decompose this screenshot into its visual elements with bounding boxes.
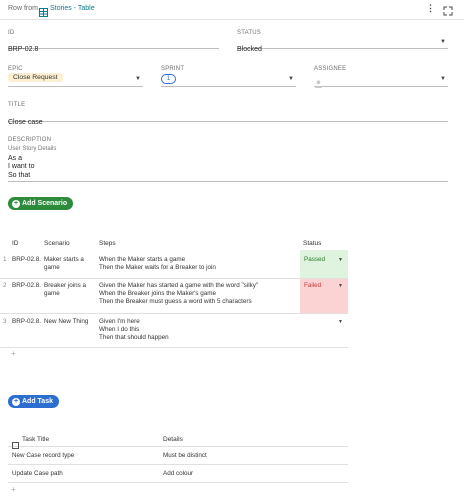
chevron-down-icon: ▼ — [338, 257, 343, 263]
task-table-header: Task Title Details — [8, 434, 348, 449]
chevron-down-icon: ▼ — [135, 76, 141, 82]
stories-table-link[interactable]: Stories - Table — [50, 5, 95, 12]
step-line: Then that should happen — [99, 334, 169, 341]
task-title: Update Case path — [12, 470, 63, 477]
id-value: BRP-02.8 — [8, 46, 39, 53]
add-task-label: Add Task — [22, 398, 53, 405]
column-header-id: ID — [12, 240, 19, 247]
step-line: Given I'm here — [99, 318, 140, 325]
add-scenario-label: Add Scenario — [22, 200, 68, 207]
plus-circle-icon: + — [12, 199, 20, 208]
column-header-task-title: Task Title — [22, 436, 50, 443]
sprint-chip: 1 — [161, 74, 176, 84]
scenario-steps: Given the Maker has started a game with … — [99, 282, 299, 306]
status-value: Blocked — [237, 46, 262, 53]
status-cell-empty[interactable]: ▼ — [300, 314, 348, 347]
id-field[interactable]: BRP-02.8 — [8, 38, 219, 53]
scenario-row[interactable]: 1 BRP-02.8. Maker starts a game When the… — [0, 250, 348, 279]
chevron-down-icon: ▼ — [440, 39, 446, 45]
scenario-name: Maker starts a game — [44, 256, 96, 272]
status-value: Failed — [304, 282, 322, 289]
id-label: ID — [8, 30, 15, 36]
scenario-name-line: Breaker joins a — [44, 282, 86, 289]
step-line: Given the Maker has started a game with … — [99, 282, 259, 289]
description-line: As a — [8, 155, 23, 162]
row-number: 2 — [3, 282, 7, 289]
description-line: I want to — [8, 163, 35, 171]
table-icon — [39, 4, 48, 22]
scenario-id: BRP-02.8. — [12, 282, 42, 289]
scenario-steps: When the Maker starts a game Then the Ma… — [99, 256, 295, 272]
sprint-label: SPRINT — [161, 66, 185, 72]
scenario-table-header: ID Scenario Steps Status — [8, 236, 348, 248]
scenario-row[interactable]: 2 BRP-02.8. Breaker joins a game Given t… — [0, 279, 348, 314]
step-line: Then the Maker waits for a Breaker to jo… — [99, 264, 216, 271]
column-header-scenario: Scenario — [44, 240, 70, 247]
description-subtitle: User Story Details — [8, 146, 57, 152]
column-header-status: Status — [303, 240, 322, 247]
scenario-steps: Given I'm here When I do this Then that … — [99, 318, 295, 342]
scenario-id: BRP-02.8. — [12, 318, 42, 325]
assignee-select[interactable]: ▼ — [314, 73, 448, 88]
task-row[interactable]: New Case record type Must be distinct — [8, 447, 348, 465]
scenario-name-line: game — [44, 290, 60, 297]
chevron-down-icon: ▼ — [440, 76, 446, 82]
task-row[interactable]: Update Case path Add colour — [8, 465, 348, 483]
chevron-down-icon: ▼ — [338, 319, 343, 325]
task-details: Add colour — [163, 470, 194, 477]
description-line: So that — [8, 171, 31, 179]
status-cell-passed[interactable]: Passed ▼ — [300, 250, 348, 278]
step-line: When the Breaker joins the Maker's game — [99, 290, 217, 297]
scenario-name-line: game — [44, 264, 60, 271]
title-field[interactable]: Close case — [8, 111, 448, 126]
assignee-label: ASSIGNEE — [314, 66, 347, 72]
status-value: Passed — [304, 256, 326, 263]
column-header-details: Details — [163, 436, 183, 443]
row-number: 1 — [3, 256, 7, 263]
sprint-select[interactable]: 1 ▼ — [161, 73, 296, 87]
add-task-button[interactable]: + Add Task — [8, 395, 59, 408]
scenario-name-line: New New Thing — [44, 318, 89, 325]
scenario-id: BRP-02.8. — [12, 256, 42, 263]
description-label: DESCRIPTION — [8, 137, 52, 143]
chevron-down-icon: ▼ — [288, 76, 294, 82]
title-label: TITLE — [8, 102, 26, 108]
more-vertical-icon[interactable]: ⋮ — [426, 3, 435, 14]
status-label: STATUS — [237, 30, 261, 36]
scenario-name: New New Thing — [44, 318, 96, 326]
add-task-row-icon[interactable]: + — [11, 485, 16, 494]
header-bar: Row from Stories - Table ⋮ — [0, 0, 464, 20]
scenario-name-line: Maker starts a — [44, 256, 84, 263]
scenario-name: Breaker joins a game — [44, 282, 96, 298]
expand-icon[interactable] — [443, 3, 453, 21]
row-from-label: Row from — [8, 5, 38, 12]
column-header-steps: Steps — [99, 240, 116, 247]
status-cell-failed[interactable]: Failed ▼ — [300, 279, 348, 313]
epic-select[interactable]: Close Request ▼ — [8, 73, 143, 87]
add-scenario-row-icon[interactable]: + — [11, 349, 16, 358]
title-value: Close case — [8, 119, 43, 126]
scenario-row[interactable]: 3 BRP-02.8. New New Thing Given I'm here… — [0, 314, 348, 348]
step-line: When the Maker starts a game — [99, 256, 186, 263]
epic-label: EPIC — [8, 66, 23, 72]
row-number: 3 — [3, 318, 7, 325]
task-details: Must be distinct — [163, 452, 207, 459]
epic-chip: Close Request — [8, 73, 63, 82]
chevron-down-icon: ▼ — [338, 283, 343, 289]
user-icon — [315, 75, 322, 93]
step-line: When I do this — [99, 326, 140, 333]
description-field[interactable]: As a I want to So that — [8, 155, 448, 182]
plus-circle-icon: + — [12, 397, 20, 406]
status-select[interactable]: Blocked ▼ — [237, 38, 448, 53]
task-title: New Case record type — [12, 452, 75, 459]
add-scenario-button[interactable]: + Add Scenario — [8, 197, 74, 210]
step-line: Then the Breaker must guess a word with … — [99, 298, 252, 305]
